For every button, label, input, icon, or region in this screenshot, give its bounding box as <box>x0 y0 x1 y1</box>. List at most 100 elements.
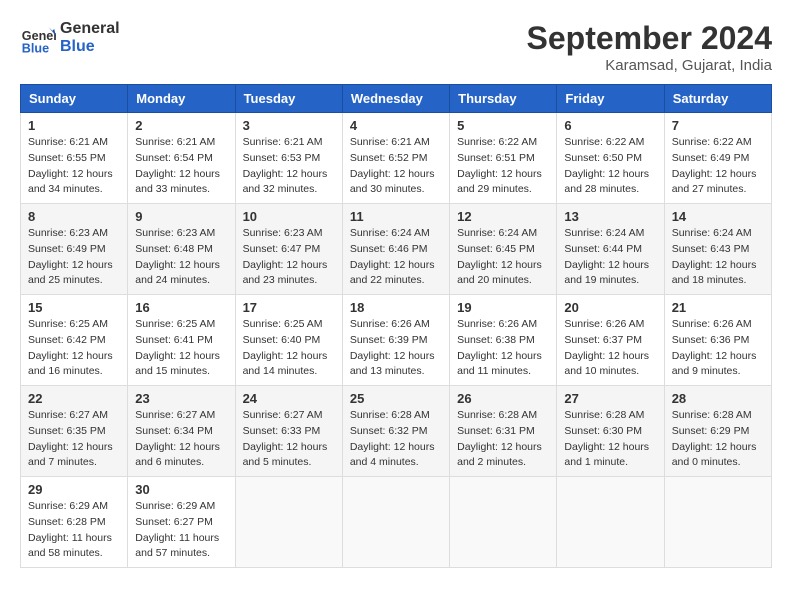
logo-text-general: General <box>60 20 120 38</box>
calendar-day-cell: 13Sunrise: 6:24 AMSunset: 6:44 PMDayligh… <box>557 204 664 295</box>
calendar-day-cell: 22Sunrise: 6:27 AMSunset: 6:35 PMDayligh… <box>21 386 128 477</box>
calendar-day-cell: 9Sunrise: 6:23 AMSunset: 6:48 PMDaylight… <box>128 204 235 295</box>
day-number: 19 <box>457 300 549 315</box>
calendar-day-cell: 4 Sunrise: 6:21 AMSunset: 6:52 PMDaylight… <box>342 113 449 204</box>
calendar-day-cell: 29Sunrise: 6:29 AMSunset: 6:28 PMDayligh… <box>21 477 128 568</box>
day-info: Sunrise: 6:23 AMSunset: 6:49 PMDaylight:… <box>28 226 120 289</box>
day-info: Sunrise: 6:24 AMSunset: 6:45 PMDaylight:… <box>457 226 549 289</box>
day-info: Sunrise: 6:28 AMSunset: 6:29 PMDaylight:… <box>672 408 764 471</box>
calendar-day-cell: 28 Sunrise: 6:28 AMSunset: 6:29 PMDayligh… <box>664 386 771 477</box>
day-number: 23 <box>135 391 227 406</box>
empty-cell <box>557 477 664 568</box>
weekday-header-saturday: Saturday <box>664 85 771 113</box>
empty-cell <box>450 477 557 568</box>
day-number: 27 <box>564 391 656 406</box>
day-info: Sunrise: 6:21 AMSunset: 6:52 PMDaylight:… <box>350 135 442 198</box>
calendar-day-cell: 1Sunrise: 6:21 AMSunset: 6:55 PMDaylight… <box>21 113 128 204</box>
day-number: 24 <box>243 391 335 406</box>
day-number: 5 <box>457 118 549 133</box>
empty-cell <box>342 477 449 568</box>
calendar-day-cell: 25 Sunrise: 6:28 AMSunset: 6:32 PMDayligh… <box>342 386 449 477</box>
day-number: 10 <box>243 209 335 224</box>
day-info: Sunrise: 6:28 AMSunset: 6:32 PMDaylight:… <box>350 408 442 471</box>
day-number: 21 <box>672 300 764 315</box>
day-info: Sunrise: 6:26 AMSunset: 6:38 PMDaylight:… <box>457 317 549 380</box>
day-number: 12 <box>457 209 549 224</box>
calendar-day-cell: 23 Sunrise: 6:27 AMSunset: 6:34 PMDayligh… <box>128 386 235 477</box>
day-number: 8 <box>28 209 120 224</box>
calendar-day-cell: 20 Sunrise: 6:26 AMSunset: 6:37 PMDayligh… <box>557 295 664 386</box>
calendar-day-cell: 3 Sunrise: 6:21 AMSunset: 6:53 PMDaylight… <box>235 113 342 204</box>
calendar-day-cell: 12 Sunrise: 6:24 AMSunset: 6:45 PMDayligh… <box>450 204 557 295</box>
day-info: Sunrise: 6:25 AMSunset: 6:40 PMDaylight:… <box>243 317 335 380</box>
day-number: 17 <box>243 300 335 315</box>
day-number: 16 <box>135 300 227 315</box>
day-info: Sunrise: 6:22 AMSunset: 6:51 PMDaylight:… <box>457 135 549 198</box>
day-info: Sunrise: 6:22 AMSunset: 6:50 PMDaylight:… <box>564 135 656 198</box>
weekday-header-friday: Friday <box>557 85 664 113</box>
weekday-header-tuesday: Tuesday <box>235 85 342 113</box>
day-number: 28 <box>672 391 764 406</box>
calendar-day-cell: 7 Sunrise: 6:22 AMSunset: 6:49 PMDaylight… <box>664 113 771 204</box>
day-number: 26 <box>457 391 549 406</box>
weekday-header-wednesday: Wednesday <box>342 85 449 113</box>
day-number: 15 <box>28 300 120 315</box>
month-title: September 2024 <box>527 20 772 57</box>
calendar-week-row: 15 Sunrise: 6:25 AMSunset: 6:42 PMDayligh… <box>21 295 772 386</box>
calendar-day-cell: 18Sunrise: 6:26 AMSunset: 6:39 PMDayligh… <box>342 295 449 386</box>
day-number: 29 <box>28 482 120 497</box>
day-info: Sunrise: 6:26 AMSunset: 6:39 PMDaylight:… <box>350 317 442 380</box>
calendar-day-cell: 24 Sunrise: 6:27 AMSunset: 6:33 PMDayligh… <box>235 386 342 477</box>
day-info: Sunrise: 6:21 AMSunset: 6:53 PMDaylight:… <box>243 135 335 198</box>
day-info: Sunrise: 6:25 AMSunset: 6:42 PMDaylight:… <box>28 317 120 380</box>
weekday-header-thursday: Thursday <box>450 85 557 113</box>
calendar-day-cell: 21 Sunrise: 6:26 AMSunset: 6:36 PMDayligh… <box>664 295 771 386</box>
calendar-day-cell: 17 Sunrise: 6:25 AMSunset: 6:40 PMDayligh… <box>235 295 342 386</box>
empty-cell <box>235 477 342 568</box>
calendar-day-cell: 14 Sunrise: 6:24 AMSunset: 6:43 PMDayligh… <box>664 204 771 295</box>
day-info: Sunrise: 6:28 AMSunset: 6:30 PMDaylight:… <box>564 408 656 471</box>
page-header: General Blue General Blue September 2024… <box>20 20 772 74</box>
day-info: Sunrise: 6:26 AMSunset: 6:36 PMDaylight:… <box>672 317 764 380</box>
day-info: Sunrise: 6:21 AMSunset: 6:54 PMDaylight:… <box>135 135 227 198</box>
empty-cell <box>664 477 771 568</box>
calendar-day-cell: 16 Sunrise: 6:25 AMSunset: 6:41 PMDayligh… <box>128 295 235 386</box>
day-info: Sunrise: 6:24 AMSunset: 6:46 PMDaylight:… <box>350 226 442 289</box>
day-info: Sunrise: 6:23 AMSunset: 6:47 PMDaylight:… <box>243 226 335 289</box>
calendar-week-row: 8 Sunrise: 6:23 AMSunset: 6:49 PMDaylight… <box>21 204 772 295</box>
day-number: 11 <box>350 209 442 224</box>
day-number: 4 <box>350 118 442 133</box>
calendar-table: SundayMondayTuesdayWednesdayThursdayFrid… <box>20 84 772 568</box>
calendar-day-cell: 2 Sunrise: 6:21 AMSunset: 6:54 PMDaylight… <box>128 113 235 204</box>
day-info: Sunrise: 6:27 AMSunset: 6:34 PMDaylight:… <box>135 408 227 471</box>
day-number: 30 <box>135 482 227 497</box>
calendar-day-cell: 30Sunrise: 6:29 AMSunset: 6:27 PMDayligh… <box>128 477 235 568</box>
calendar-day-cell: 11 Sunrise: 6:24 AMSunset: 6:46 PMDayligh… <box>342 204 449 295</box>
day-info: Sunrise: 6:25 AMSunset: 6:41 PMDaylight:… <box>135 317 227 380</box>
day-number: 7 <box>672 118 764 133</box>
calendar-week-row: 29Sunrise: 6:29 AMSunset: 6:28 PMDayligh… <box>21 477 772 568</box>
calendar-day-cell: 26 Sunrise: 6:28 AMSunset: 6:31 PMDayligh… <box>450 386 557 477</box>
day-number: 6 <box>564 118 656 133</box>
day-number: 2 <box>135 118 227 133</box>
logo: General Blue General Blue <box>20 20 120 56</box>
title-area: September 2024 Karamsad, Gujarat, India <box>527 20 772 74</box>
day-info: Sunrise: 6:27 AMSunset: 6:35 PMDaylight:… <box>28 408 120 471</box>
day-number: 14 <box>672 209 764 224</box>
day-number: 3 <box>243 118 335 133</box>
weekday-header-row: SundayMondayTuesdayWednesdayThursdayFrid… <box>21 85 772 113</box>
day-info: Sunrise: 6:28 AMSunset: 6:31 PMDaylight:… <box>457 408 549 471</box>
calendar-day-cell: 27 Sunrise: 6:28 AMSunset: 6:30 PMDayligh… <box>557 386 664 477</box>
day-number: 20 <box>564 300 656 315</box>
day-number: 25 <box>350 391 442 406</box>
day-info: Sunrise: 6:21 AMSunset: 6:55 PMDaylight:… <box>28 135 120 198</box>
day-info: Sunrise: 6:26 AMSunset: 6:37 PMDaylight:… <box>564 317 656 380</box>
day-info: Sunrise: 6:27 AMSunset: 6:33 PMDaylight:… <box>243 408 335 471</box>
weekday-header-sunday: Sunday <box>21 85 128 113</box>
day-info: Sunrise: 6:22 AMSunset: 6:49 PMDaylight:… <box>672 135 764 198</box>
location: Karamsad, Gujarat, India <box>527 57 772 74</box>
day-info: Sunrise: 6:24 AMSunset: 6:43 PMDaylight:… <box>672 226 764 289</box>
weekday-header-monday: Monday <box>128 85 235 113</box>
logo-text-blue: Blue <box>60 38 120 56</box>
svg-text:Blue: Blue <box>22 41 49 55</box>
